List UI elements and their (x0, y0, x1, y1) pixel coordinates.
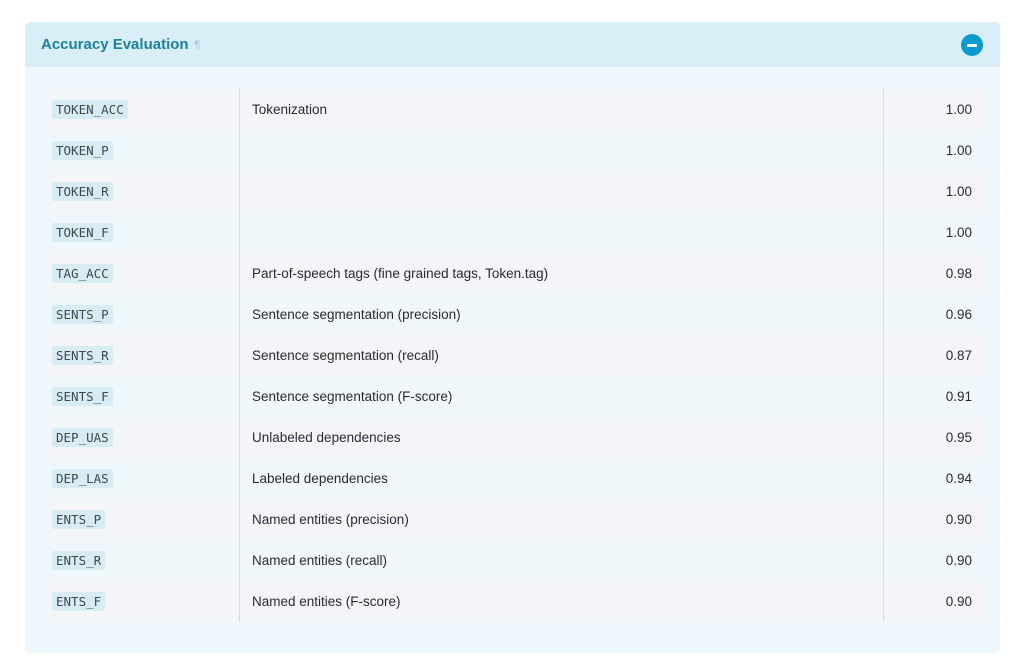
panel-title: Accuracy Evaluation (41, 36, 189, 53)
metric-value-cell: 0.95 (884, 417, 984, 458)
metric-description: Sentence segmentation (precision) (252, 307, 461, 322)
metric-description: Part-of-speech tags (fine grained tags, … (252, 266, 549, 281)
metric-description-cell: Sentence segmentation (recall) (241, 335, 884, 376)
table-row: SENTS_R Sentence segmentation (recall) 0… (45, 335, 984, 376)
metric-value: 1.00 (945, 102, 972, 117)
metric-value: 0.90 (945, 553, 972, 568)
metric-value-cell: 0.96 (884, 294, 984, 335)
metric-value: 0.94 (945, 471, 972, 486)
metric-value: 0.90 (945, 512, 972, 527)
metric-key: ENTS_R (52, 551, 106, 570)
metric-value-cell: 1.00 (884, 212, 984, 253)
metric-description: Sentence segmentation (F-score) (252, 389, 453, 404)
metric-description: Tokenization (252, 102, 328, 117)
metric-value: 0.96 (945, 307, 972, 322)
metric-value-cell: 0.87 (884, 335, 984, 376)
metric-description: Unlabeled dependencies (252, 430, 401, 445)
table-row: TOKEN_R 1.00 (45, 171, 984, 212)
metric-key-cell: SENTS_F (45, 376, 240, 417)
metric-key: SENTS_P (52, 305, 113, 324)
metric-key: TOKEN_ACC (52, 100, 128, 119)
metric-key: SENTS_F (52, 387, 113, 406)
metric-description-cell: Tokenization (241, 89, 884, 130)
table-row: TOKEN_P 1.00 (45, 130, 984, 171)
metric-key-cell: DEP_LAS (45, 458, 240, 499)
metric-value-cell: 0.98 (884, 253, 984, 294)
metric-key: SENTS_R (52, 346, 113, 365)
metric-value: 1.00 (945, 143, 972, 158)
metric-key: DEP_UAS (52, 428, 113, 447)
metric-value: 0.95 (945, 430, 972, 445)
table-row: DEP_UAS Unlabeled dependencies 0.95 (45, 417, 984, 458)
metric-value: 1.00 (945, 184, 972, 199)
table-row: DEP_LAS Labeled dependencies 0.94 (45, 458, 984, 499)
metric-value-cell: 0.91 (884, 376, 984, 417)
metric-key: ENTS_F (52, 592, 106, 611)
metric-value: 0.98 (945, 266, 972, 281)
table-row: ENTS_P Named entities (precision) 0.90 (45, 499, 984, 540)
metric-key-cell: TOKEN_ACC (45, 89, 240, 130)
metric-description-cell: Named entities (recall) (241, 540, 884, 581)
metric-description-cell: Sentence segmentation (precision) (241, 294, 884, 335)
table-row: TOKEN_ACC Tokenization 1.00 (45, 89, 984, 130)
metric-key: ENTS_P (52, 510, 106, 529)
anchor-link-icon[interactable]: ¶ (194, 37, 200, 53)
minus-circle-icon (967, 44, 977, 47)
metric-description-cell: Named entities (precision) (241, 499, 884, 540)
metric-description-cell: Unlabeled dependencies (241, 417, 884, 458)
metrics-table: TOKEN_ACC Tokenization 1.00 TOKEN_P 1.00… (45, 89, 984, 622)
metric-key-cell: DEP_UAS (45, 417, 240, 458)
table-row: ENTS_R Named entities (recall) 0.90 (45, 540, 984, 581)
metric-key: TOKEN_P (52, 141, 113, 160)
metric-value-cell: 0.94 (884, 458, 984, 499)
metric-value-cell: 0.90 (884, 499, 984, 540)
metric-key-cell: TOKEN_R (45, 171, 240, 212)
metric-description: Named entities (F-score) (252, 594, 401, 609)
metric-key-cell: ENTS_P (45, 499, 240, 540)
metric-key-cell: ENTS_F (45, 581, 240, 622)
metric-description-cell (241, 130, 884, 171)
metric-description-cell: Labeled dependencies (241, 458, 884, 499)
table-row: TAG_ACC Part-of-speech tags (fine graine… (45, 253, 984, 294)
metric-value-cell: 0.90 (884, 581, 984, 622)
panel-header[interactable]: Accuracy Evaluation ¶ (25, 22, 1000, 67)
metric-value: 0.90 (945, 594, 972, 609)
metric-value-cell: 0.90 (884, 540, 984, 581)
metric-value: 1.00 (945, 225, 972, 240)
metric-key: TOKEN_F (52, 223, 113, 242)
metric-description-cell (241, 171, 884, 212)
table-row: SENTS_F Sentence segmentation (F-score) … (45, 376, 984, 417)
table-row: TOKEN_F 1.00 (45, 212, 984, 253)
metric-key-cell: TOKEN_P (45, 130, 240, 171)
collapse-toggle-button[interactable] (961, 34, 983, 56)
metric-value-cell: 1.00 (884, 130, 984, 171)
metric-key: TOKEN_R (52, 182, 113, 201)
metric-description: Sentence segmentation (recall) (252, 348, 439, 363)
metric-key-cell: SENTS_P (45, 294, 240, 335)
metric-key-cell: SENTS_R (45, 335, 240, 376)
metric-description: Labeled dependencies (252, 471, 388, 486)
metric-key-cell: TOKEN_F (45, 212, 240, 253)
table-row: SENTS_P Sentence segmentation (precision… (45, 294, 984, 335)
metric-description-cell (241, 212, 884, 253)
metric-key-cell: ENTS_R (45, 540, 240, 581)
metric-description-cell: Sentence segmentation (F-score) (241, 376, 884, 417)
table-row: ENTS_F Named entities (F-score) 0.90 (45, 581, 984, 622)
metric-key-cell: TAG_ACC (45, 253, 240, 294)
metric-value-cell: 1.00 (884, 89, 984, 130)
metric-value: 0.91 (945, 389, 972, 404)
metric-description-cell: Part-of-speech tags (fine grained tags, … (241, 253, 884, 294)
metric-description: Named entities (precision) (252, 512, 409, 527)
metric-key: TAG_ACC (52, 264, 113, 283)
metric-value: 0.87 (945, 348, 972, 363)
accuracy-evaluation-panel: Accuracy Evaluation ¶ TOKEN_ACC Tokeniza… (25, 22, 1000, 653)
metric-key: DEP_LAS (52, 469, 113, 488)
metric-description-cell: Named entities (F-score) (241, 581, 884, 622)
metric-description: Named entities (recall) (252, 553, 388, 568)
metric-value-cell: 1.00 (884, 171, 984, 212)
